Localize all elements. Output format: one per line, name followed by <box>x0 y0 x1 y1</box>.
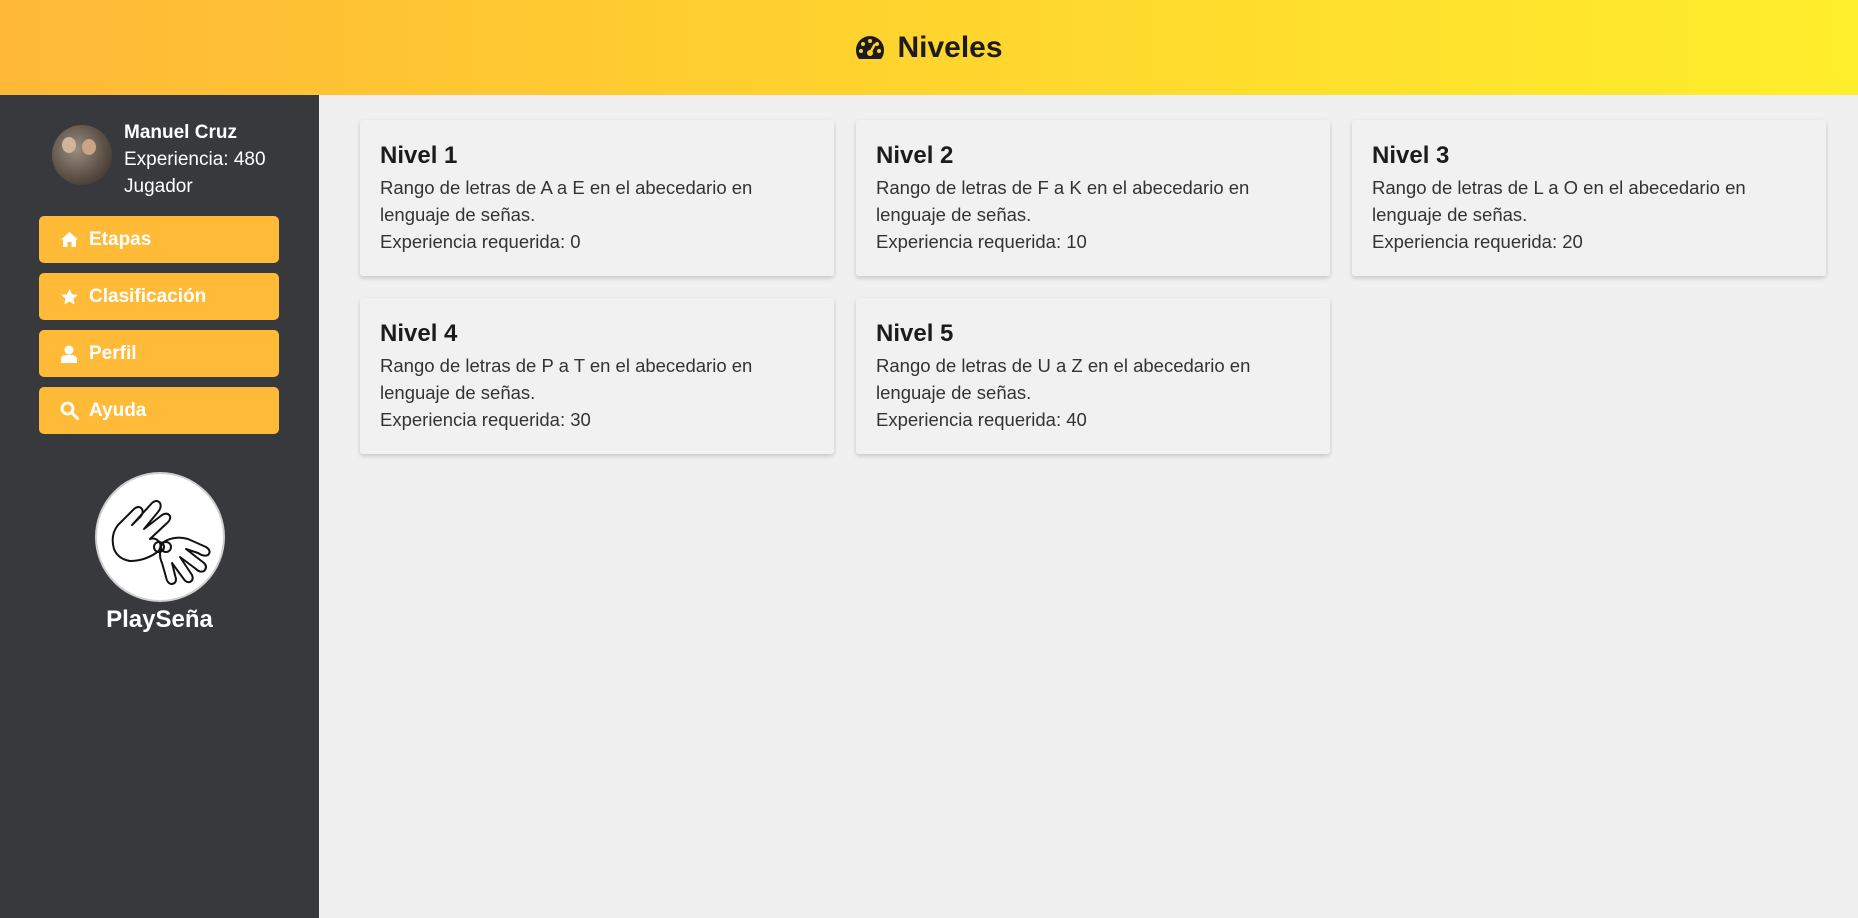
sidebar-nav: Etapas Clasificación Perfil Ayuda <box>39 216 279 444</box>
avatar <box>52 125 112 185</box>
level-description: Rango de letras de L a O en el abecedari… <box>1372 177 1746 225</box>
sidebar-item-label: Clasificación <box>89 285 207 307</box>
sidebar-item-label: Etapas <box>89 228 152 250</box>
level-requirement: Experiencia requerida: 10 <box>876 231 1087 252</box>
user-info: Manuel Cruz Experiencia: 480 Jugador <box>124 119 266 200</box>
level-card[interactable]: Nivel 2 Rango de letras de F a K en el a… <box>856 120 1330 276</box>
top-header: Niveles <box>0 0 1858 95</box>
brand-logo: PlaySeña <box>0 472 319 634</box>
level-card[interactable]: Nivel 5 Rango de letras de U a Z en el a… <box>856 298 1330 454</box>
search-icon <box>59 401 79 421</box>
level-requirement: Experiencia requerida: 30 <box>380 409 591 430</box>
sidebar-item-ayuda[interactable]: Ayuda <box>39 387 279 434</box>
level-card[interactable]: Nivel 1 Rango de letras de A a E en el a… <box>360 120 834 276</box>
sidebar-item-etapas[interactable]: Etapas <box>39 216 279 263</box>
sidebar-item-label: Ayuda <box>89 399 147 421</box>
level-title: Nivel 2 <box>876 142 954 169</box>
level-requirement: Experiencia requerida: 40 <box>876 409 1087 430</box>
sidebar: Manuel Cruz Experiencia: 480 Jugador Eta… <box>0 95 319 918</box>
user-icon <box>59 344 79 364</box>
sidebar-item-label: Perfil <box>89 342 137 364</box>
page-title-text: Niveles <box>897 30 1003 64</box>
level-title: Nivel 5 <box>876 320 954 347</box>
level-title: Nivel 3 <box>1372 142 1450 169</box>
level-description: Rango de letras de P a T en el abecedari… <box>380 355 753 403</box>
page-title: Niveles <box>855 30 1003 65</box>
user-name: Manuel Cruz <box>124 122 237 143</box>
level-description: Rango de letras de A a E en el abecedari… <box>380 177 753 225</box>
gauge-icon <box>856 35 885 59</box>
level-description: Rango de letras de U a Z en el abecedari… <box>876 355 1251 403</box>
user-profile: Manuel Cruz Experiencia: 480 Jugador <box>52 119 266 200</box>
star-icon <box>59 287 79 307</box>
level-card[interactable]: Nivel 4 Rango de letras de P a T en el a… <box>360 298 834 454</box>
brand-name: PlaySeña <box>106 606 213 633</box>
sign-language-hands-icon <box>94 472 225 602</box>
level-title: Nivel 4 <box>380 320 458 347</box>
sidebar-item-clasificacion[interactable]: Clasificación <box>39 273 279 320</box>
user-role: Jugador <box>124 176 193 197</box>
level-card[interactable]: Nivel 3 Rango de letras de L a O en el a… <box>1352 120 1826 276</box>
level-requirement: Experiencia requerida: 20 <box>1372 231 1583 252</box>
level-description: Rango de letras de F a K en el abecedari… <box>876 177 1250 225</box>
user-experience: Experiencia: 480 <box>124 149 266 170</box>
sidebar-item-perfil[interactable]: Perfil <box>39 330 279 377</box>
level-title: Nivel 1 <box>380 142 458 169</box>
level-requirement: Experiencia requerida: 0 <box>380 231 581 252</box>
home-icon <box>59 230 79 250</box>
